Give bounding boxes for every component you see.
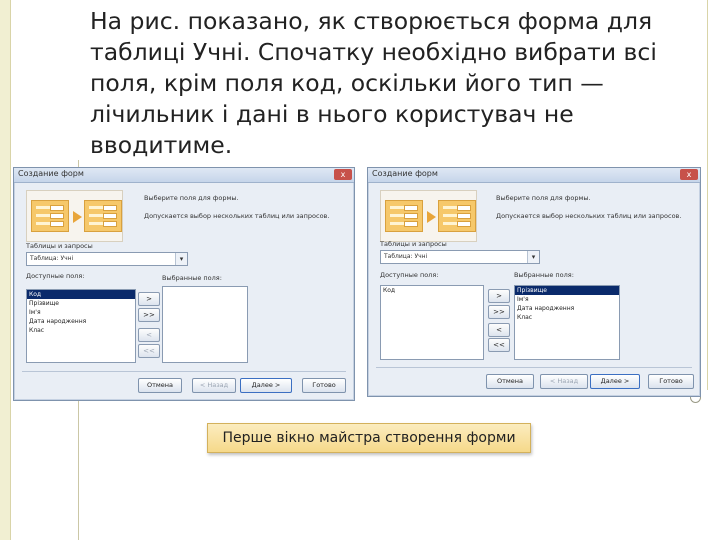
list-item[interactable]: Дата народження — [515, 304, 619, 313]
slide-left-rule — [10, 0, 11, 540]
list-item[interactable]: Ім'я — [27, 308, 135, 317]
chevron-down-icon[interactable]: ▾ — [175, 253, 187, 265]
move-all-right-button[interactable]: >> — [488, 305, 510, 319]
list-item[interactable]: Клас — [515, 313, 619, 322]
selected-fields-label: Выбранные поля: — [162, 274, 222, 282]
chevron-down-icon[interactable]: ▾ — [527, 251, 539, 263]
close-icon[interactable]: x — [334, 169, 352, 180]
cancel-button[interactable]: Отмена — [486, 374, 534, 389]
tables-queries-value: Таблица: Учні — [384, 253, 428, 260]
list-item[interactable]: Код — [27, 290, 135, 299]
dialog-titlebar: Создание форм x — [368, 168, 700, 183]
tables-queries-combo[interactable]: Таблица: Учні ▾ — [26, 252, 188, 266]
wizard-prompt-secondary: Допускается выбор нескольких таблиц или … — [496, 212, 682, 220]
move-all-left-button[interactable]: << — [488, 338, 510, 352]
list-item[interactable]: Код — [381, 286, 483, 295]
tables-queries-label: Таблицы и запросы — [26, 242, 93, 250]
finish-button[interactable]: Готово — [648, 374, 694, 389]
available-fields-label: Доступные поля: — [380, 271, 439, 279]
available-fields-label: Доступные поля: — [26, 272, 85, 280]
finish-button[interactable]: Готово — [302, 378, 346, 393]
wizard-prompt-secondary: Допускается выбор нескольких таблиц или … — [144, 212, 330, 220]
close-icon[interactable]: x — [680, 169, 698, 180]
move-one-right-button[interactable]: > — [138, 292, 160, 306]
move-all-right-button[interactable]: >> — [138, 308, 160, 322]
form-wizard-icon — [380, 190, 477, 242]
slide-left-band — [0, 0, 10, 540]
list-item[interactable]: Дата народження — [27, 317, 135, 326]
next-button[interactable]: Далее > — [240, 378, 292, 393]
form-wizard-icon — [26, 190, 123, 242]
selected-fields-list[interactable] — [162, 286, 248, 363]
tables-queries-combo[interactable]: Таблица: Учні ▾ — [380, 250, 540, 264]
dialog-title: Создание форм — [18, 169, 84, 178]
slide-body-text: На рис. показано, як створюється форма д… — [90, 7, 657, 159]
selected-fields-label: Выбранные поля: — [514, 271, 574, 279]
list-item[interactable]: Прізвище — [27, 299, 135, 308]
next-button[interactable]: Далее > — [590, 374, 640, 389]
form-wizard-dialog-2: Создание форм x Выберите поля для формы.… — [367, 167, 701, 397]
back-button[interactable]: < Назад — [192, 378, 236, 393]
back-button[interactable]: < Назад — [540, 374, 588, 389]
list-item[interactable]: Ім'я — [515, 295, 619, 304]
cancel-button[interactable]: Отмена — [138, 378, 182, 393]
figure-caption: Перше вікно майстра створення форми — [207, 423, 531, 453]
move-all-left-button[interactable]: << — [138, 344, 160, 358]
wizard-prompt-primary: Выберите поля для формы. — [496, 194, 591, 202]
available-fields-list[interactable]: Код — [380, 285, 484, 360]
selected-fields-list[interactable]: Прізвище Ім'я Дата народження Клас — [514, 285, 620, 360]
move-one-left-button[interactable]: < — [138, 328, 160, 342]
tables-queries-label: Таблицы и запросы — [380, 240, 447, 248]
dialog-title: Создание форм — [372, 169, 438, 178]
button-row-separator — [22, 371, 346, 372]
move-one-right-button[interactable]: > — [488, 289, 510, 303]
button-row-separator — [376, 367, 692, 368]
tables-queries-value: Таблица: Учні — [30, 255, 74, 262]
move-one-left-button[interactable]: < — [488, 323, 510, 337]
available-fields-list[interactable]: Код Прізвище Ім'я Дата народження Клас — [26, 289, 136, 363]
list-item[interactable]: Прізвище — [515, 286, 619, 295]
dialog-titlebar: Создание форм x — [14, 168, 354, 183]
slide-right-rule — [707, 0, 708, 390]
form-wizard-dialog-1: Создание форм x Выберите поля для формы.… — [13, 167, 355, 401]
list-item[interactable]: Клас — [27, 326, 135, 335]
wizard-prompt-primary: Выберите поля для формы. — [144, 194, 239, 202]
